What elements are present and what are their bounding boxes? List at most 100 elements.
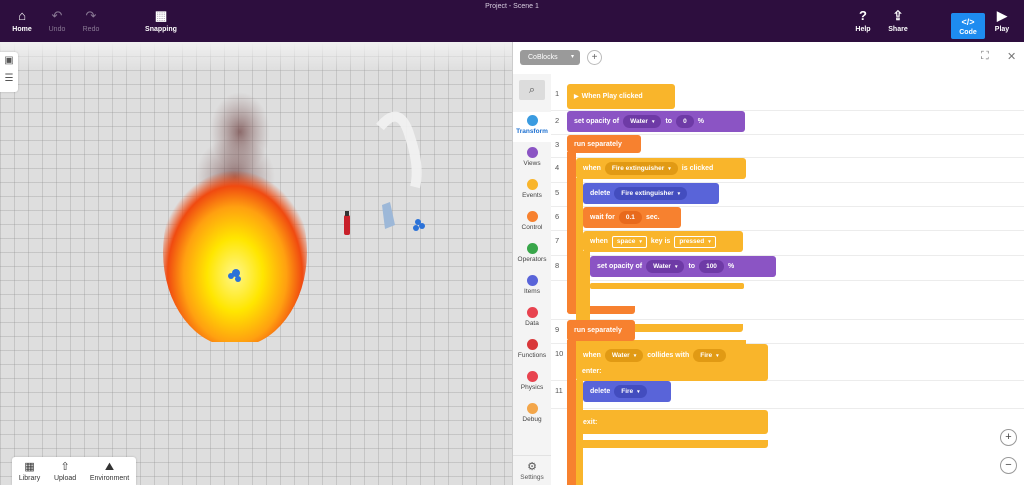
line-number: 3 — [555, 140, 560, 149]
collider-b-dropdown[interactable]: Fire ▾ — [693, 349, 726, 362]
chevron-down-icon: ▾ — [570, 54, 574, 60]
environment-button[interactable]: ⛰ Environment — [90, 461, 129, 482]
collider-a-dropdown[interactable]: Water ▾ — [604, 349, 644, 362]
close-icon[interactable]: ✕ — [1007, 50, 1016, 63]
run-separately-block-2[interactable]: run separately — [567, 320, 635, 341]
enter-label: enter: — [582, 368, 602, 375]
play-icon: ▶ — [997, 8, 1007, 23]
scene-side-tools: ▣ ☰ — [0, 52, 18, 92]
snapping-button[interactable]: ▦ Snapping — [143, 0, 179, 42]
category-physics[interactable]: Physics — [513, 368, 551, 398]
data-icon — [526, 307, 538, 318]
line-number: 4 — [555, 163, 560, 172]
extinguisher-and-water[interactable] — [330, 107, 440, 247]
line-number: 5 — [555, 188, 560, 197]
library-icon: ▦ — [24, 460, 35, 473]
category-views[interactable]: Views — [513, 144, 551, 174]
when-clicked-block[interactable]: when Fire extinguisher ▾ is clicked — [576, 158, 746, 179]
undo-icon: ↶ — [51, 8, 63, 23]
category-functions[interactable]: Functions — [513, 336, 551, 366]
upload-icon: ⇧ — [60, 460, 70, 473]
line-number: 2 — [555, 116, 560, 125]
home-button[interactable]: ⌂ Home — [8, 0, 36, 42]
fullscreen-icon[interactable]: ⛶ — [981, 50, 989, 63]
category-data[interactable]: Data — [513, 304, 551, 334]
search-icon[interactable]: ⌕ — [519, 80, 545, 100]
category-transform[interactable]: Transform — [513, 112, 551, 142]
key-dropdown[interactable]: space ▾ — [611, 235, 647, 248]
play-triangle-icon: ▶ — [574, 94, 579, 100]
set-opacity-block[interactable]: set opacity of Water ▾ to 0 % — [567, 111, 745, 132]
fire-extinguisher-dropdown[interactable]: Fire extinguisher ▾ — [604, 162, 678, 175]
gallery-icon[interactable]: ▣ — [0, 52, 18, 70]
exit-section[interactable]: exit: — [576, 410, 768, 434]
grid-icon: ▦ — [154, 8, 168, 23]
water-dropdown[interactable]: Water ▾ — [623, 115, 662, 128]
upload-button[interactable]: ⇧ Upload — [54, 461, 76, 482]
zoom-in-button[interactable]: + — [1000, 429, 1017, 446]
views-icon — [526, 147, 538, 158]
category-control[interactable]: Control — [513, 208, 551, 238]
water-dropdown-2[interactable]: Water ▾ — [646, 260, 685, 273]
redo-button[interactable]: ↷ Redo — [77, 0, 105, 42]
transform-icon — [526, 115, 538, 126]
operators-icon — [526, 243, 538, 254]
asset-toolbar: ▦ Library ⇧ Upload ⛰ Environment — [12, 457, 136, 485]
home-icon: ⌂ — [18, 8, 26, 23]
opacity-value-input[interactable]: 0 — [676, 115, 694, 128]
code-button[interactable]: </> Code — [951, 13, 985, 39]
line-number: 6 — [555, 212, 560, 221]
category-sidebar: ⌕ Transform Views Events Control Operators It… — [513, 74, 551, 485]
panel-header: CoBlocks ▾ + ⛶ ✕ — [513, 42, 1024, 74]
delete-target-dropdown[interactable]: Fire extinguisher ▾ — [614, 187, 688, 200]
line-number: 1 — [555, 89, 560, 98]
delete-block[interactable]: delete Fire extinguisher ▾ — [583, 183, 719, 204]
run-separately-block[interactable]: run separately — [567, 135, 641, 153]
code-editor[interactable]: 1 2 3 4 5 6 7 8 9 10 11 ▶ When Play clicked set op… — [551, 74, 1024, 485]
key-state-dropdown[interactable]: pressed ▾ — [674, 235, 716, 248]
scene-viewport[interactable]: ▣ ☰ ▦ Library ⇧ Upload ⛰ Environment — [0, 42, 512, 485]
wait-block[interactable]: wait for 0.1 sec. — [583, 207, 681, 228]
gear-icon: ⚙ — [527, 461, 537, 473]
line-number: 7 — [555, 236, 560, 245]
share-icon: ⇪ — [892, 8, 904, 23]
category-debug[interactable]: Debug — [513, 400, 551, 430]
zoom-out-button[interactable]: − — [1000, 457, 1017, 474]
debug-icon — [526, 403, 538, 414]
physics-icon — [526, 371, 538, 382]
undo-button[interactable]: ↶ Undo — [43, 0, 71, 42]
line-number: 8 — [555, 261, 560, 270]
category-operators[interactable]: Operators — [513, 240, 551, 270]
play-button[interactable]: ▶ Play — [990, 0, 1014, 42]
line-number: 9 — [555, 325, 560, 334]
list-icon[interactable]: ☰ — [0, 70, 18, 88]
control-icon — [526, 211, 538, 222]
functions-icon — [526, 339, 538, 350]
events-icon — [526, 179, 538, 190]
items-icon — [526, 275, 538, 286]
share-button[interactable]: ⇪ Share — [884, 0, 912, 42]
set-opacity-100-block[interactable]: set opacity of Water ▾ to 100 % — [590, 256, 776, 277]
when-collides-block[interactable]: when Water ▾ collides with Fire ▾ — [576, 344, 768, 381]
settings-button[interactable]: ⚙ Settings — [513, 455, 551, 485]
help-button[interactable]: ? Help — [850, 0, 876, 42]
category-events[interactable]: Events — [513, 176, 551, 206]
when-play-clicked-block[interactable]: ▶ When Play clicked — [567, 84, 675, 109]
redo-icon: ↷ — [85, 8, 97, 23]
line-number: 10 — [555, 349, 564, 358]
opacity-value-input-2[interactable]: 100 — [699, 260, 724, 273]
code-panel: CoBlocks ▾ + ⛶ ✕ ⌕ Transform Views Events C… — [512, 42, 1024, 485]
fire-object[interactable] — [160, 92, 310, 342]
category-items[interactable]: Items — [513, 272, 551, 302]
library-button[interactable]: ▦ Library — [19, 461, 40, 482]
delete-fire-dropdown[interactable]: Fire ▾ — [614, 385, 647, 398]
coblocks-tab-dropdown[interactable]: CoBlocks ▾ — [520, 50, 580, 65]
environment-icon: ⛰ — [104, 460, 115, 473]
when-key-block[interactable]: when space ▾ key is pressed ▾ — [583, 231, 743, 252]
help-icon: ? — [859, 8, 867, 23]
delete-fire-block[interactable]: delete Fire ▾ — [583, 381, 671, 402]
wait-value-input[interactable]: 0.1 — [618, 211, 642, 224]
add-tab-button[interactable]: + — [587, 50, 602, 65]
code-icon: </> — [961, 16, 975, 27]
line-number: 11 — [555, 386, 563, 395]
